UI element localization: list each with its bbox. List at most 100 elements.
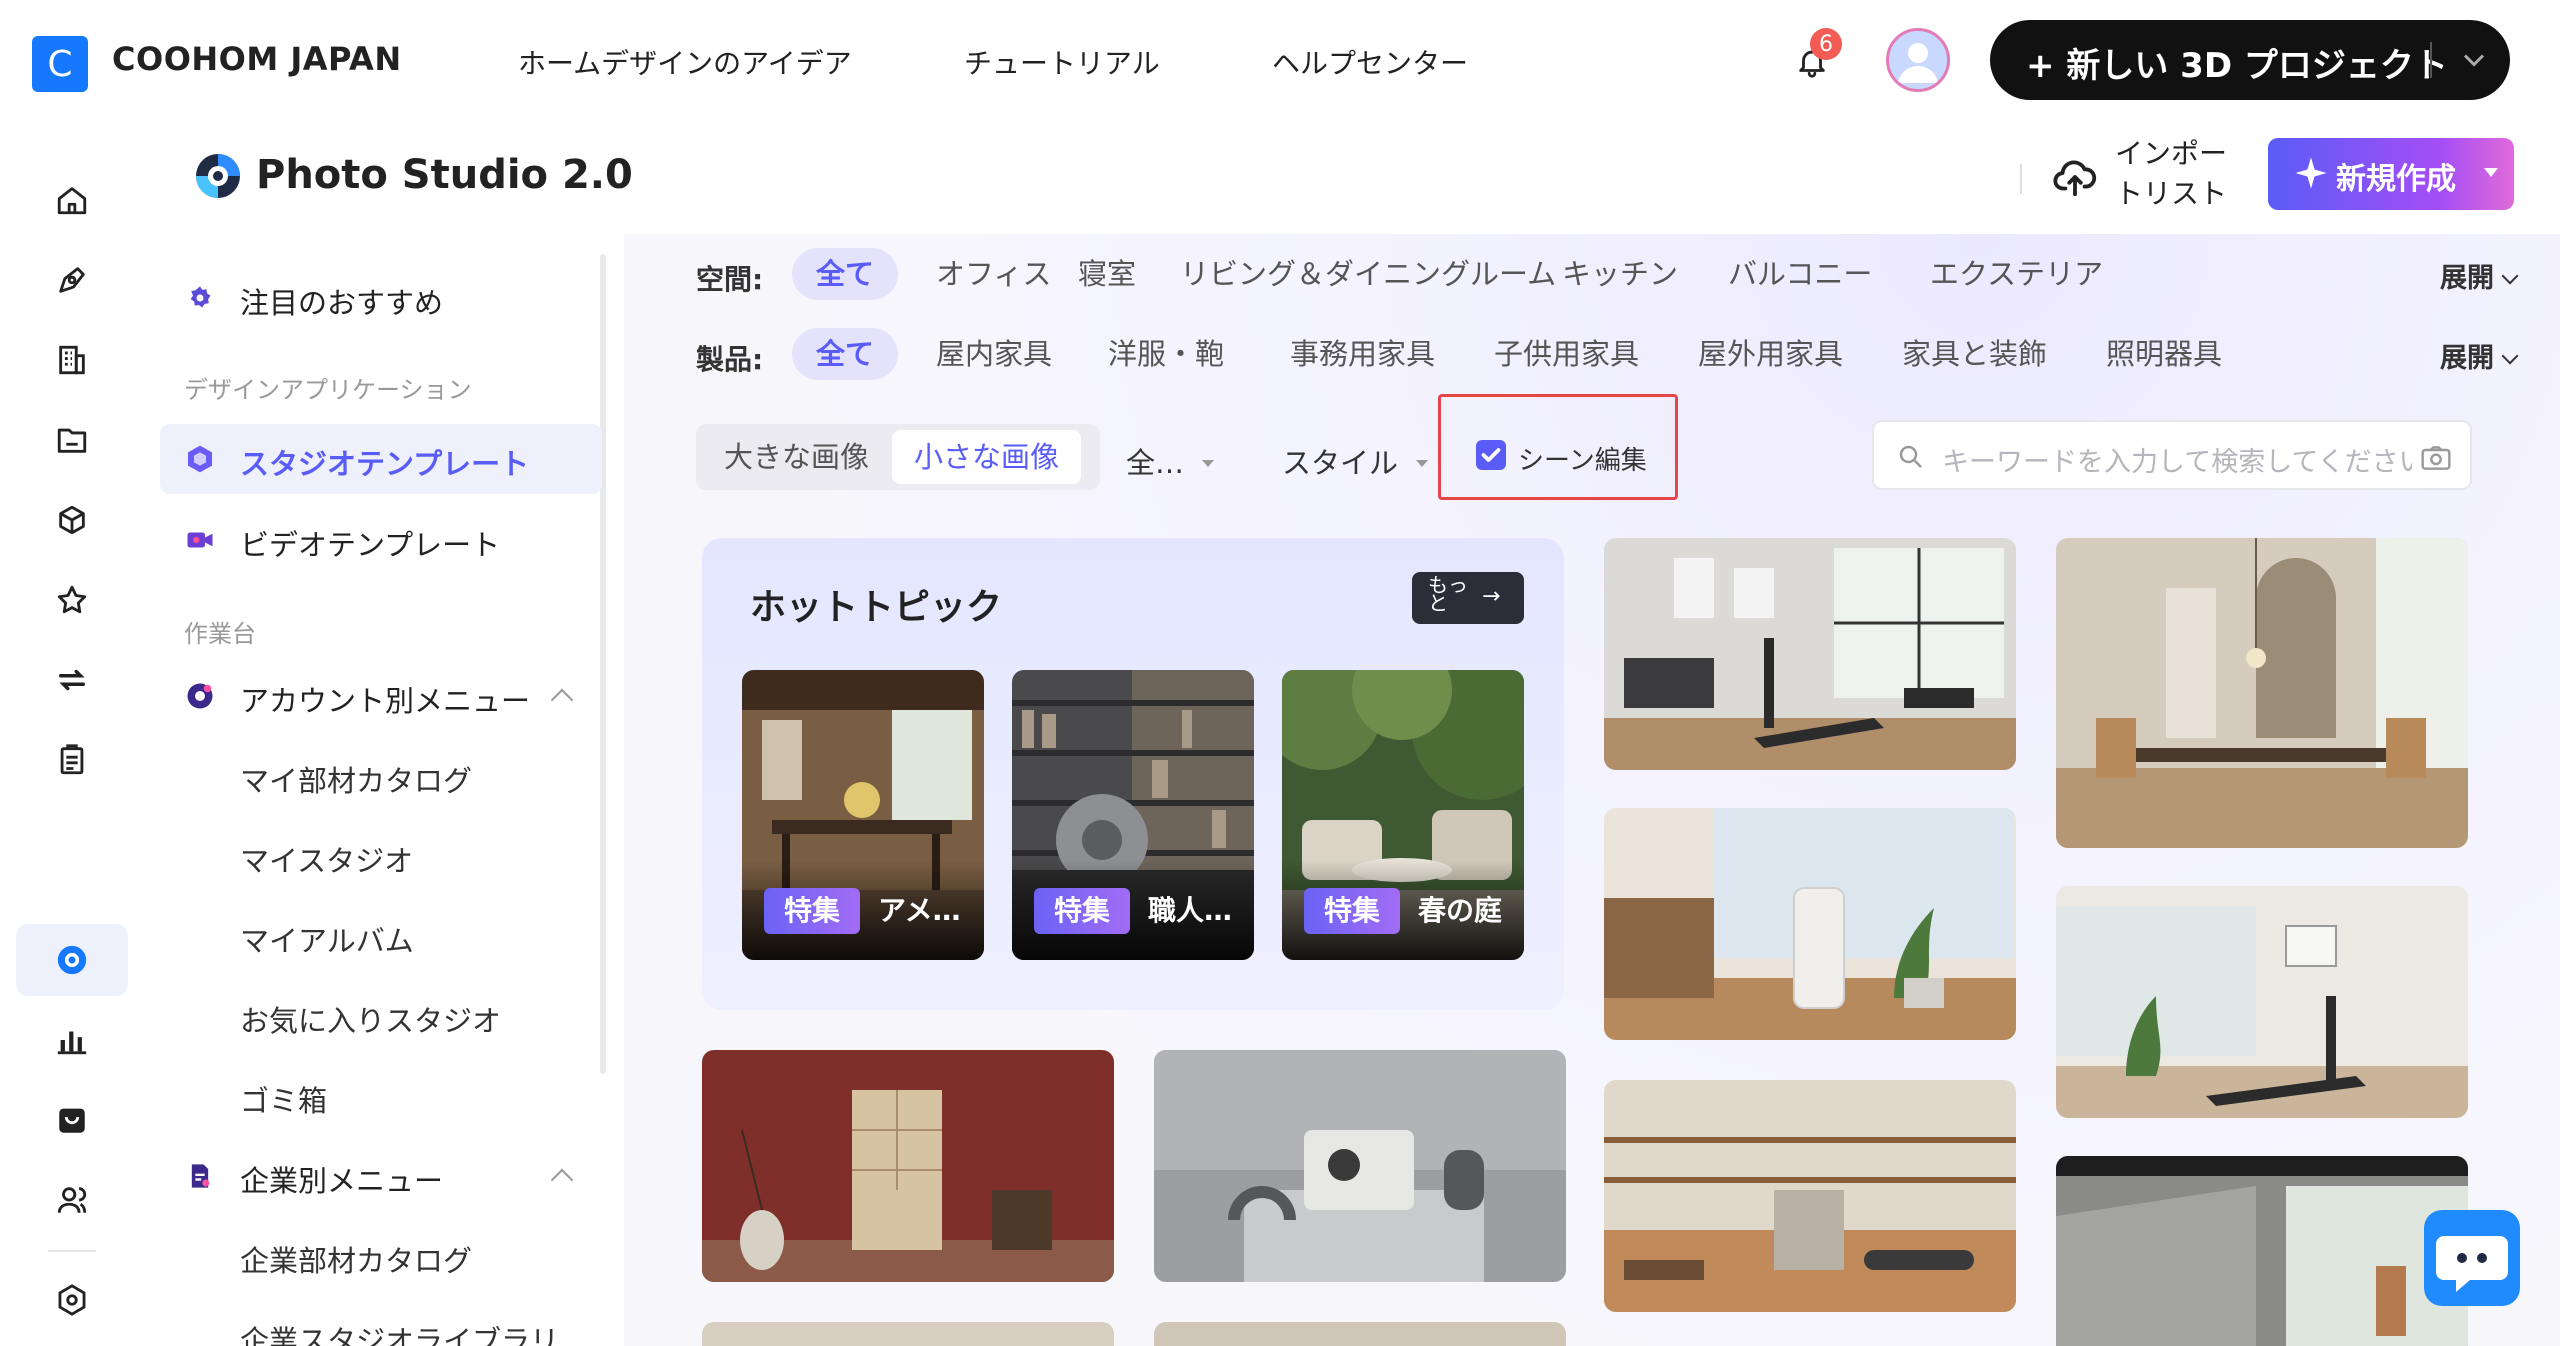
new-3d-project-button[interactable]: + 新しい 3D プロジェクト (1990, 20, 2510, 100)
chip-product-indoor[interactable]: 屋内家具 (912, 328, 1076, 380)
cube-icon[interactable] (48, 496, 96, 544)
import-list-button[interactable]: インポー トリスト (2106, 134, 2236, 214)
shopping-bag-icon[interactable] (48, 1096, 96, 1144)
nav-help-center[interactable]: ヘルプセンター (1272, 42, 1468, 82)
template-tile-treadmill[interactable] (2056, 886, 2468, 1118)
template-tile-dining-room[interactable] (2056, 538, 2468, 848)
swap-icon[interactable] (48, 656, 96, 704)
caret-down-icon[interactable] (2484, 168, 2498, 177)
chip-space-all[interactable]: 全て (792, 248, 899, 300)
sidebar-scrollbar[interactable] (600, 254, 606, 1074)
style-dropdown[interactable]: スタイル (1282, 440, 1429, 482)
nav-tutorial[interactable]: チュートリアル (964, 42, 1160, 82)
building-icon[interactable] (48, 336, 96, 384)
card-caption: 職人… (1148, 894, 1233, 927)
expand-space-button[interactable]: 展開 (2440, 256, 2519, 295)
red-cabinet-image (702, 1050, 1114, 1282)
chip-product-lighting[interactable]: 照明器具 (2082, 328, 2246, 380)
template-tile-red-cabinet[interactable] (702, 1050, 1114, 1282)
create-new-button[interactable]: 新規作成 (2268, 138, 2514, 210)
sidebar-label: アカウント別メニュー (240, 684, 531, 718)
search-icon (1899, 445, 1922, 468)
settings-hex-icon[interactable] (48, 1276, 96, 1324)
logo-letter: C (47, 43, 73, 85)
template-tile-partial-1[interactable] (702, 1322, 1114, 1346)
template-tile-partial-2[interactable] (1154, 1322, 1566, 1346)
chip-product-kids[interactable]: 子供用家具 (1470, 328, 1663, 380)
chat-support-button[interactable] (2424, 1210, 2520, 1306)
hot-topic-item-2[interactable]: 特集 職人… (1012, 670, 1254, 960)
left-rail (0, 120, 144, 1346)
image-size-toggle: 大きな画像 小さな画像 (696, 424, 1100, 490)
search-input[interactable]: キーワードを入力して検索してください (1942, 440, 2412, 479)
import-label-line1: インポー (2114, 137, 2227, 170)
chip-product-clothing[interactable]: 洋服・鞄 (1084, 328, 1248, 380)
chevron-up-icon[interactable] (550, 688, 574, 712)
chip-space-kitchen[interactable]: キッチン (1538, 248, 1702, 300)
expand-product-button[interactable]: 展開 (2440, 336, 2519, 375)
sidebar-item-enterprise-menu[interactable]: 企業別メニュー (144, 1144, 600, 1208)
chip-product-outdoor[interactable]: 屋外用家具 (1674, 328, 1867, 380)
featured-tag: 特集 (1034, 888, 1131, 934)
chip-space-balcony[interactable]: バルコニー (1704, 248, 1896, 300)
sidebar-item-trash[interactable]: ゴミ箱 (144, 1064, 600, 1128)
sidebar: 注目のおすすめ デザインアプリケーション スタジオテンプレート ビデオテンプレー… (144, 234, 624, 1346)
more-button[interactable]: もっと → (1412, 572, 1524, 624)
sidebar-label: マイアルバム (240, 924, 414, 958)
sidebar-item-enterprise-catalog[interactable]: 企業部材カタログ (144, 1224, 600, 1288)
nav-home-design-ideas[interactable]: ホームデザインのアイデア (518, 42, 852, 82)
chevron-down-icon[interactable] (2456, 42, 2492, 78)
chart-icon[interactable] (48, 1016, 96, 1064)
hot-topic-item-1[interactable]: 特集 アメ… (742, 670, 984, 960)
small-image-option[interactable]: 小さな画像 (892, 430, 1082, 484)
chip-product-decor[interactable]: 家具と装飾 (1878, 328, 2071, 380)
sidebar-item-my-catalog[interactable]: マイ部材カタログ (144, 744, 600, 808)
sidebar-item-enterprise-studio-library[interactable]: 企業スタジオライブラリ (144, 1304, 600, 1346)
chip-product-office[interactable]: 事務用家具 (1266, 328, 1459, 380)
brand-name[interactable]: COOHOM JAPAN (112, 40, 402, 78)
template-tile-marble-room[interactable] (2056, 1156, 2468, 1346)
sidebar-label: マイ部材カタログ (240, 764, 473, 798)
team-icon[interactable] (48, 1176, 96, 1224)
coohom-logo[interactable]: C (32, 36, 88, 92)
chip-space-bedroom[interactable]: 寝室 (1054, 248, 1160, 300)
sidebar-item-featured[interactable]: 注目のおすすめ (144, 266, 600, 330)
chip-space-exterior[interactable]: エクステリア (1906, 248, 2127, 300)
chip-space-living-dining[interactable]: リビング＆ダイニングルーム (1156, 248, 1580, 300)
sidebar-item-my-studio[interactable]: マイスタジオ (144, 824, 600, 888)
scene-edit-label[interactable]: シーン編集 (1518, 440, 1647, 477)
sidebar-label: マイスタジオ (240, 844, 414, 878)
sidebar-item-my-album[interactable]: マイアルバム (144, 904, 600, 968)
template-tile-radiator[interactable] (1604, 808, 2016, 1040)
category-dropdown[interactable]: 全… (1126, 440, 1215, 482)
clipboard-icon[interactable] (48, 736, 96, 784)
chip-space-office[interactable]: オフィス (912, 248, 1075, 300)
template-tile-home-gym[interactable] (1604, 538, 2016, 770)
treadmill-image (2056, 886, 2468, 1118)
template-tile-projector[interactable] (1154, 1050, 1566, 1282)
scene-edit-checkbox[interactable] (1476, 440, 1506, 470)
sidebar-label: 企業部材カタログ (240, 1244, 473, 1278)
sidebar-item-favorite-studio[interactable]: お気に入りスタジオ (144, 984, 600, 1048)
user-avatar[interactable] (1886, 28, 1950, 92)
home-icon[interactable] (48, 176, 96, 224)
chip-product-all[interactable]: 全て (792, 328, 899, 380)
star-icon[interactable] (48, 576, 96, 624)
style-dropdown-value: スタイル (1282, 446, 1399, 480)
more-label: もっと (1428, 573, 1468, 615)
sidebar-item-video-template[interactable]: ビデオテンプレート (144, 508, 600, 572)
folder-icon[interactable] (48, 416, 96, 464)
photo-studio-icon[interactable] (48, 936, 96, 984)
hot-topic-item-3[interactable]: 特集 春の庭 (1282, 670, 1524, 960)
chevron-up-icon[interactable] (550, 1168, 574, 1192)
large-image-option[interactable]: 大きな画像 (702, 430, 891, 484)
cloud-upload-icon[interactable] (2052, 154, 2098, 200)
photo-studio-logo-icon (196, 154, 240, 198)
filter-label-product: 製品: (696, 343, 764, 376)
sidebar-item-studio-template[interactable]: スタジオテンプレート (144, 427, 600, 491)
new-3d-project-label: + 新しい 3D プロジェクト (2026, 46, 2448, 86)
template-tile-ballet-room[interactable] (1604, 1080, 2016, 1312)
sidebar-item-account-menu[interactable]: アカウント別メニュー (144, 664, 600, 728)
camera-search-icon[interactable] (2420, 444, 2452, 472)
design-pen-icon[interactable] (48, 256, 96, 304)
